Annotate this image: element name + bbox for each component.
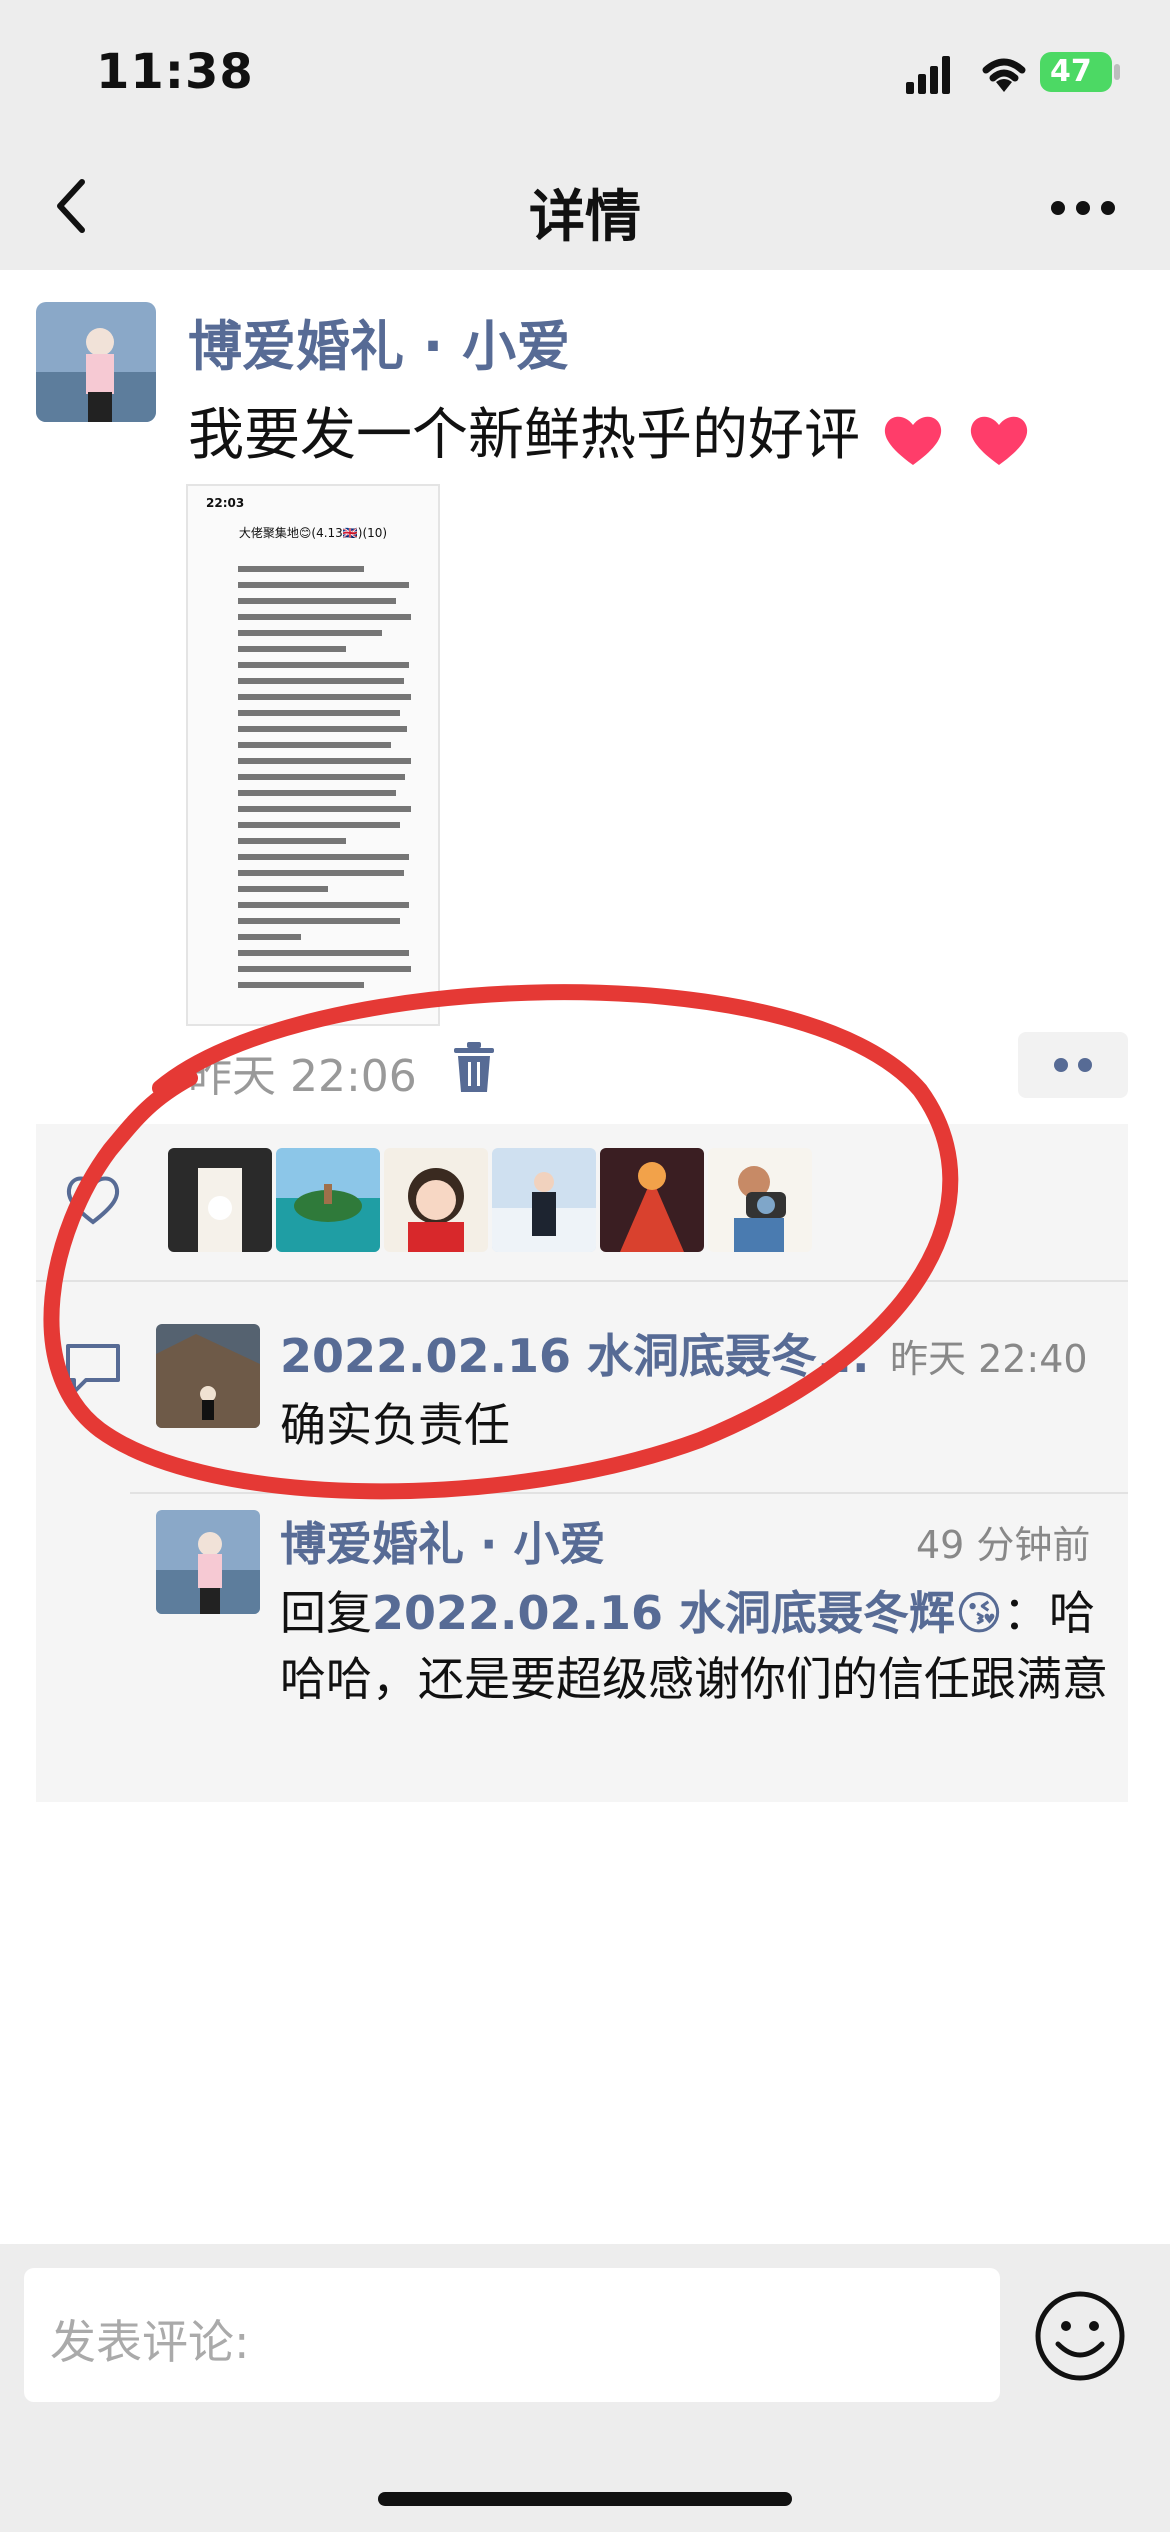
cellular-signal-icon — [906, 56, 950, 94]
post-image[interactable]: 22:03 大佬聚集地😊(4.13🇬🇧)(10) — [186, 484, 440, 1026]
page-title: 详情 — [529, 185, 641, 250]
author-name[interactable]: 博爱婚礼 · 小爱 — [188, 302, 570, 381]
battery-cap — [1114, 64, 1120, 80]
reply-to-name[interactable]: 2022.02.16 水洞底聂冬辉😘 — [372, 1586, 1003, 1640]
screenshot-group-name: 大佬聚集地😊(4.13🇬🇧)(10) — [238, 526, 388, 540]
post-text-content: 我要发一个新鲜热乎的好评 — [188, 403, 860, 468]
battery-indicator: 47 — [1040, 52, 1112, 92]
comment-input-placeholder: 发表评论: — [50, 2315, 250, 2369]
heart-emoji-icon — [884, 416, 941, 465]
battery-level: 47 — [1050, 54, 1092, 89]
reply-prefix: 回复 — [280, 1586, 372, 1640]
comment-time: 49 分钟前 — [916, 1523, 1091, 1567]
home-indicator — [378, 2492, 792, 2506]
author-avatar[interactable] — [36, 302, 156, 422]
comment-text[interactable]: 回复2022.02.16 水洞底聂冬辉😘：哈哈哈，还是要超级感谢你们的信任跟满意 — [280, 1580, 1110, 1712]
wifi-icon — [982, 58, 1026, 92]
status-time: 11:38 — [96, 44, 254, 100]
screenshot-text-lines — [238, 566, 418, 998]
heart-emoji-icon — [970, 416, 1027, 465]
emoji-icon[interactable] — [1032, 2288, 1128, 2384]
red-circle-annotation — [43, 984, 959, 1500]
commenter-avatar[interactable] — [156, 1510, 260, 1614]
post-text: 我要发一个新鲜热乎的好评 — [188, 390, 1032, 471]
dots-icon — [1054, 1058, 1092, 1072]
more-options-icon[interactable] — [1048, 198, 1118, 218]
screenshot-time: 22:03 — [206, 496, 245, 510]
like-comment-button[interactable] — [1018, 1032, 1128, 1098]
